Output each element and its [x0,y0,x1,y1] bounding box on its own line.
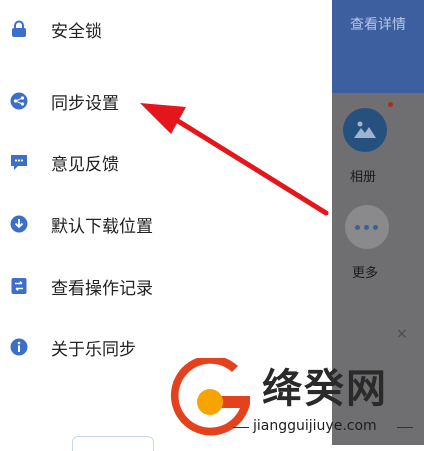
menu-label: 安全锁 [51,21,102,42]
notification-dot [388,102,393,107]
menu-label: 意见反馈 [51,154,119,175]
menu-item-sync-settings[interactable]: 同步设置 [0,81,332,121]
watermark-divider [233,427,249,428]
album-icon[interactable] [343,108,387,152]
album-label: 相册 [350,170,377,185]
menu-label: 查看操作记录 [51,278,153,299]
close-icon[interactable]: × [396,326,408,342]
bottom-button-partial[interactable] [72,436,154,451]
background-header: 查看详情 [332,0,424,93]
more-label: 更多 [352,266,379,281]
menu-label: 关于乐同步 [51,339,136,360]
about-icon [10,338,28,356]
view-details-link[interactable]: 查看详情 [350,14,406,34]
lock-icon [12,20,26,37]
watermark-logo-icon [170,358,250,436]
menu-item-default-download-location[interactable]: 默认下载位置 [0,204,332,244]
menu-item-security-lock[interactable]: 安全锁 [0,9,332,49]
watermark-title: 绛癸网 [262,366,388,412]
more-icon[interactable] [345,205,389,249]
download-location-icon [10,215,28,233]
menu-item-operation-log[interactable]: 查看操作记录 [0,266,332,306]
menu-item-feedback[interactable]: 意见反馈 [0,142,332,182]
operation-log-icon [11,278,27,294]
watermark-divider [397,427,413,428]
menu-label: 默认下载位置 [51,216,153,237]
sync-settings-icon [10,92,28,110]
menu-label: 同步设置 [51,93,119,114]
watermark-url: jiangguijiuye.com [253,418,377,434]
feedback-icon [11,155,27,170]
